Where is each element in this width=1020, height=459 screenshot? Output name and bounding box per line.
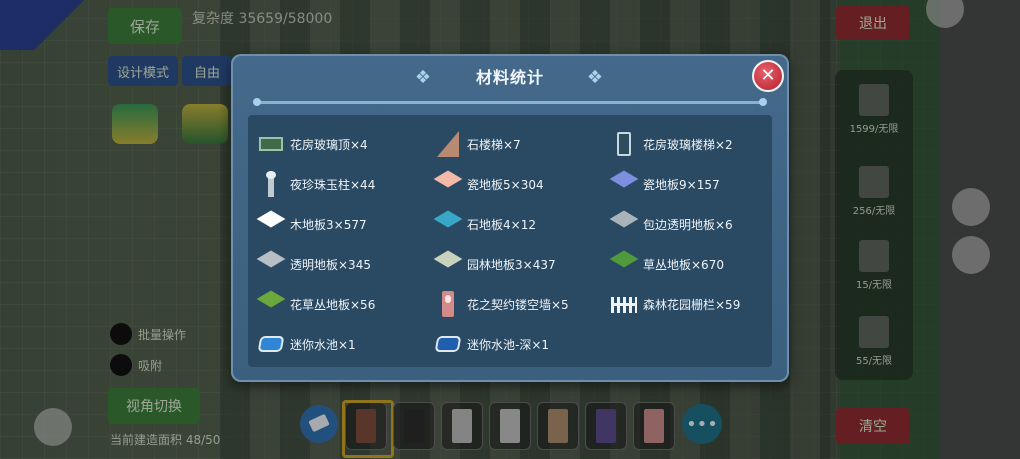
glass-stairs-icon [611, 131, 637, 157]
list-item: 瓷地板5×304 [433, 170, 544, 197]
item-label: 包边透明地板×6 [643, 217, 733, 232]
material-stats-dialog: ❖ 材料统计 ❖ ✕ 花房玻璃顶×4 石楼梯×7 花房玻璃楼梯×2 夜珍珠玉柱×… [231, 54, 789, 382]
list-item: 迷你水池×1 [257, 331, 356, 357]
item-label: 花房玻璃顶×4 [290, 137, 368, 152]
glass-floor-icon [256, 250, 286, 277]
title-divider [253, 98, 767, 106]
material-list: 花房玻璃顶×4 石楼梯×7 花房玻璃楼梯×2 夜珍珠玉柱×44 瓷地板5×304… [248, 115, 772, 367]
edged-glass-floor-icon [609, 210, 639, 237]
flower-wall-icon [435, 291, 461, 317]
item-label: 石楼梯×7 [467, 137, 521, 152]
list-item: 石地板4×12 [433, 210, 536, 237]
item-label: 花草丛地板×56 [290, 297, 376, 312]
mini-pool-deep-icon [434, 331, 462, 357]
list-item: 花房玻璃楼梯×2 [611, 131, 733, 157]
tile-floor-blue-icon [609, 170, 639, 197]
list-item: 夜珍珠玉柱×44 [258, 171, 375, 197]
list-item: 森林花园栅栏×59 [611, 291, 740, 317]
stone-stairs-icon [435, 131, 461, 157]
dialog-title: 材料统计 [475, 68, 544, 87]
list-item: 花房玻璃顶×4 [258, 131, 368, 157]
item-label: 石地板4×12 [467, 217, 536, 232]
item-label: 透明地板×345 [290, 257, 371, 272]
fence-icon [611, 291, 637, 317]
grass-floor-icon [609, 250, 639, 277]
stone-floor-icon [433, 210, 463, 237]
pearl-pillar-icon [258, 171, 284, 197]
wood-floor-icon [256, 210, 286, 237]
close-button[interactable]: ✕ [752, 60, 784, 92]
list-item: 园林地板3×437 [433, 250, 556, 277]
close-icon: ✕ [760, 65, 776, 86]
list-item: 花草丛地板×56 [256, 290, 376, 317]
item-label: 园林地板3×437 [467, 257, 556, 272]
item-label: 草丛地板×670 [643, 257, 724, 272]
list-item: 木地板3×577 [256, 210, 367, 237]
title-ornament-left-icon: ❖ [414, 67, 432, 88]
item-label: 迷你水池×1 [290, 337, 356, 352]
garden-floor-icon [433, 250, 463, 277]
mini-pool-icon [257, 331, 285, 357]
item-label: 迷你水池-深×1 [467, 337, 550, 352]
item-label: 夜珍珠玉柱×44 [290, 177, 376, 192]
item-label: 花之契约镂空墙×5 [467, 297, 569, 312]
list-item: 透明地板×345 [256, 250, 371, 277]
list-item: 瓷地板9×157 [609, 170, 720, 197]
tile-floor-pink-icon [433, 170, 463, 197]
title-ornament-right-icon: ❖ [586, 67, 604, 88]
item-label: 木地板3×577 [290, 217, 367, 232]
item-label: 森林花园栅栏×59 [643, 297, 741, 312]
list-item: 迷你水池-深×1 [434, 331, 550, 357]
dialog-title-bar: ❖ 材料统计 ❖ [411, 64, 609, 92]
item-label: 瓷地板5×304 [467, 177, 544, 192]
flower-grass-floor-icon [256, 290, 286, 317]
list-item: 包边透明地板×6 [609, 210, 733, 237]
item-label: 瓷地板9×157 [643, 177, 720, 192]
list-item: 草丛地板×670 [609, 250, 724, 277]
list-item: 花之契约镂空墙×5 [435, 291, 569, 317]
item-label: 花房玻璃楼梯×2 [643, 137, 733, 152]
list-item: 石楼梯×7 [435, 131, 521, 157]
glass-roof-icon [258, 131, 284, 157]
